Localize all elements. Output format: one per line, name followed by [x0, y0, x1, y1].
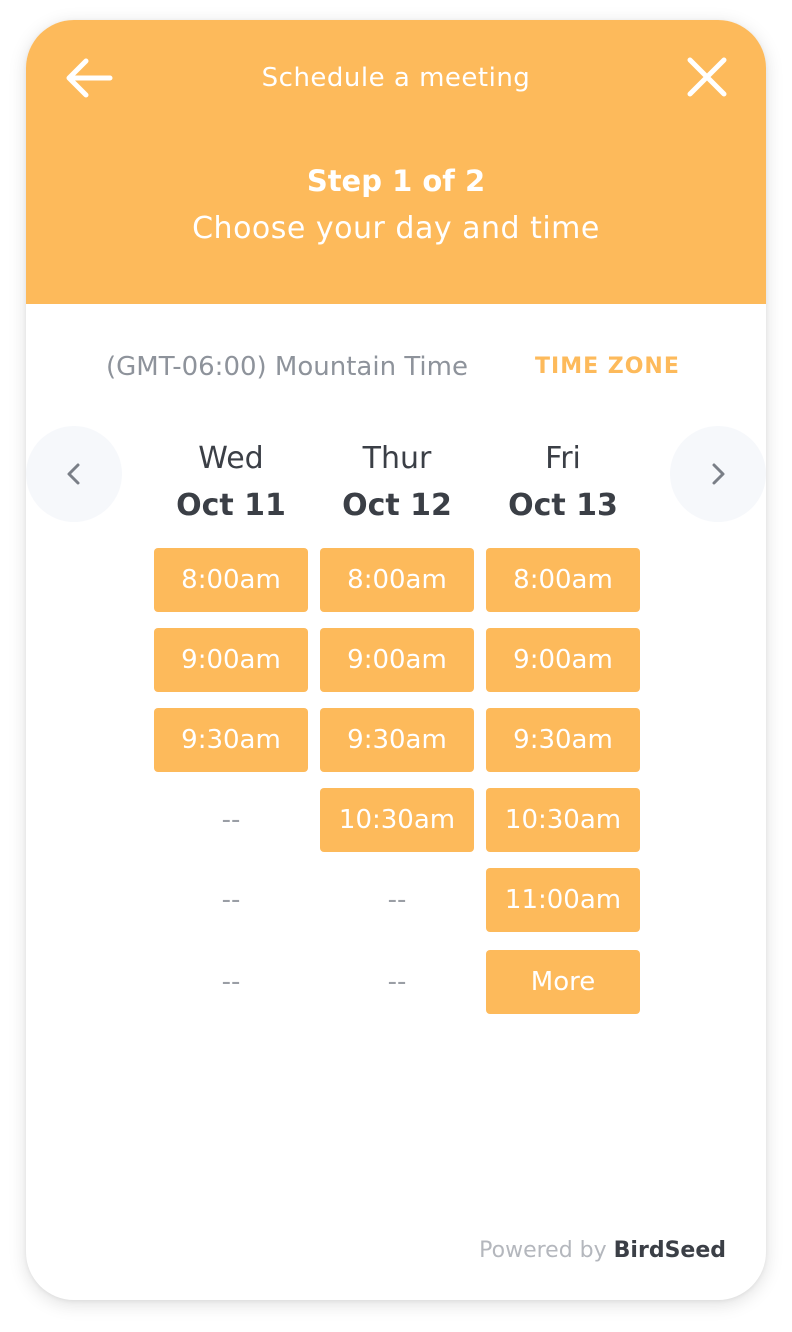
time-slot-button[interactable]: 8:00am: [154, 548, 308, 612]
day-column-fri: Fri Oct 13 8:00am 9:00am 9:30am 10:30am …: [486, 438, 640, 1014]
day-name: Wed: [198, 441, 264, 476]
powered-by-text: Powered by: [479, 1238, 607, 1263]
day-column-wed: Wed Oct 11 8:00am 9:00am 9:30am -- -- --: [154, 438, 308, 997]
step-indicator: Step 1 of 2: [306, 164, 486, 198]
time-slot-button[interactable]: 11:00am: [486, 868, 640, 932]
time-slot-button[interactable]: 8:00am: [486, 548, 640, 612]
chevron-right-icon: [712, 463, 725, 485]
time-slot-button[interactable]: 10:30am: [320, 788, 474, 852]
more-times-button[interactable]: More: [486, 950, 640, 1014]
time-slot-button[interactable]: 9:00am: [154, 628, 308, 692]
step-subtitle: Choose your day and time: [192, 211, 600, 246]
close-icon: [687, 57, 727, 97]
day-name: Fri: [545, 441, 581, 476]
day-column-thur: Thur Oct 12 8:00am 9:00am 9:30am 10:30am…: [320, 438, 474, 997]
time-slot-button[interactable]: 9:00am: [320, 628, 474, 692]
scheduler-card: Schedule a meeting Step 1 of 2 Choose yo…: [26, 20, 766, 1300]
time-slot-button[interactable]: 8:00am: [320, 548, 474, 612]
time-slot-button[interactable]: 9:30am: [154, 708, 308, 772]
time-slot-button[interactable]: 9:00am: [486, 628, 640, 692]
previous-days-button[interactable]: [26, 426, 122, 522]
close-button[interactable]: [684, 56, 730, 100]
time-slot-unavailable: --: [221, 885, 241, 915]
time-slot-button[interactable]: 9:30am: [486, 708, 640, 772]
timezone-label: (GMT-06:00) Mountain Time: [106, 352, 468, 382]
chevron-left-icon: [67, 463, 80, 485]
time-slot-unavailable: --: [387, 967, 407, 997]
header: Schedule a meeting Step 1 of 2 Choose yo…: [26, 20, 766, 304]
brand-logo[interactable]: BirdSeed: [614, 1238, 726, 1263]
day-name: Thur: [362, 441, 432, 476]
day-date: Oct 13: [508, 488, 618, 523]
next-days-button[interactable]: [670, 426, 766, 522]
time-slot-button[interactable]: 10:30am: [486, 788, 640, 852]
powered-by-footer: Powered by BirdSeed: [26, 1234, 726, 1268]
time-slot-unavailable: --: [387, 885, 407, 915]
time-slot-unavailable: --: [221, 805, 241, 835]
day-date: Oct 12: [342, 488, 452, 523]
timezone-row: (GMT-06:00) Mountain Time TIME ZONE: [26, 348, 766, 388]
day-date: Oct 11: [176, 488, 286, 523]
time-slot-button[interactable]: 9:30am: [320, 708, 474, 772]
time-slot-unavailable: --: [221, 967, 241, 997]
header-title: Schedule a meeting: [261, 63, 531, 93]
timezone-button[interactable]: TIME ZONE: [535, 348, 680, 386]
